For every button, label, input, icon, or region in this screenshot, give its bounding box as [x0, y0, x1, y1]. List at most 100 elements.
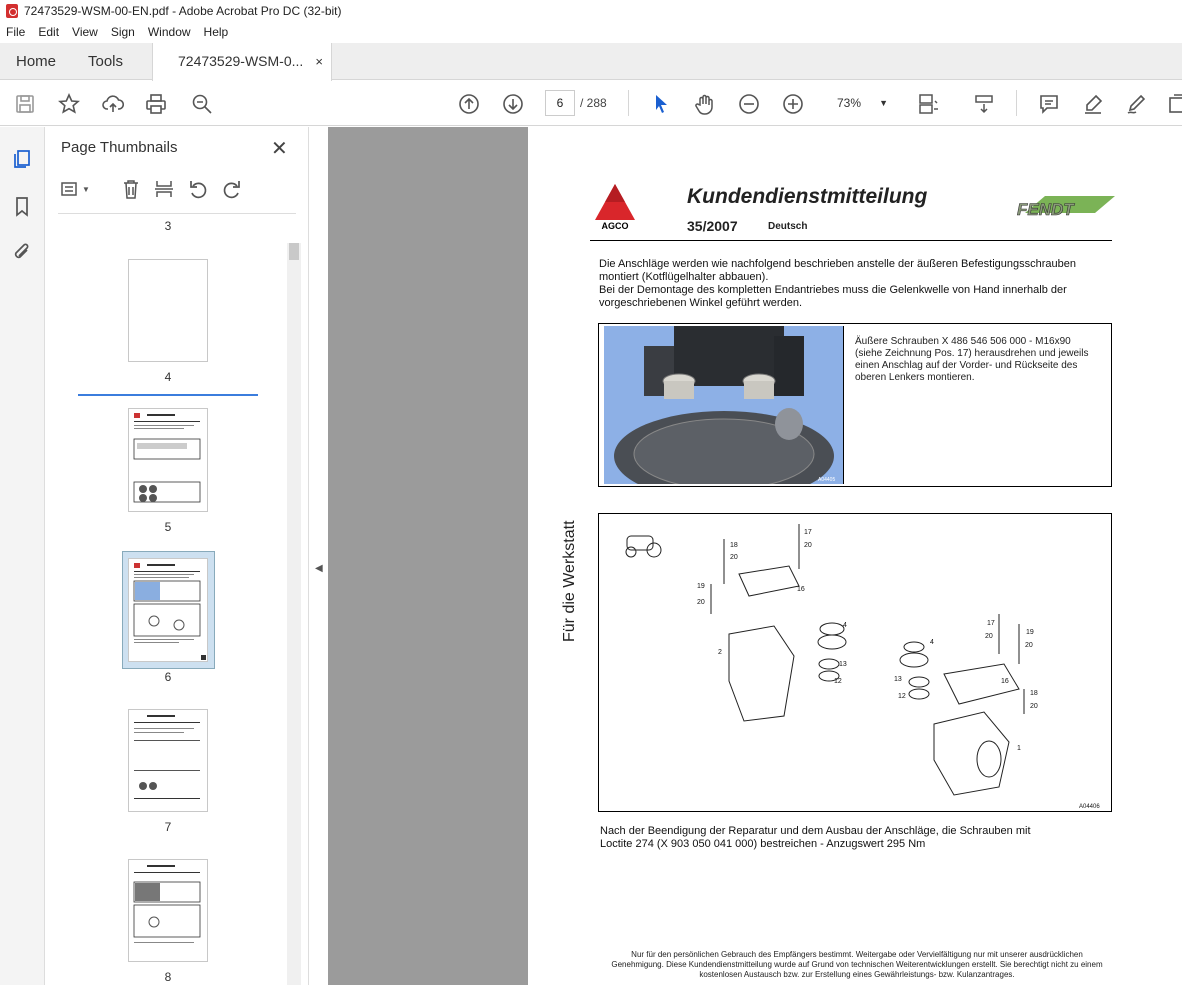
previous-page-icon[interactable] [457, 92, 481, 116]
document-title: Kundendienstmitteilung [687, 185, 928, 208]
highlight-pen-icon[interactable] [1081, 92, 1105, 116]
rotate-right-icon[interactable] [221, 178, 243, 200]
thumbnails-panel: Page Thumbnails ✕ ▼ 3 4 5 6 7 8 [46, 127, 308, 985]
thumbnail-page-7[interactable] [128, 709, 208, 812]
thumbnail-preview [134, 715, 200, 799]
svg-text:20: 20 [985, 633, 993, 640]
box-instruction-text: Äußere Schrauben X 486 546 506 000 - M16… [855, 336, 1105, 384]
star-icon[interactable] [57, 92, 81, 116]
svg-text:4: 4 [930, 639, 934, 646]
svg-text:20: 20 [1025, 642, 1033, 649]
next-page-icon[interactable] [501, 92, 525, 116]
sign-pen-icon[interactable] [1124, 92, 1148, 116]
thumbnail-preview [133, 413, 201, 503]
footnote-line: Genehmigung. Diese Kundendienstmitteilun… [611, 960, 1103, 969]
thumbnail-label: 3 [164, 219, 172, 233]
bookmark-icon[interactable] [11, 195, 33, 217]
closing-text: Nach der Beendigung der Reparatur und de… [600, 825, 1031, 851]
toolbar-divider [628, 90, 629, 116]
attachment-icon[interactable] [11, 241, 33, 263]
extract-page-icon[interactable] [153, 178, 175, 200]
panel-title: Page Thumbnails [61, 139, 178, 156]
intro-line: Die Anschläge werden wie nachfolgend bes… [599, 258, 1076, 270]
thumbnail-page-6[interactable] [128, 558, 208, 662]
page-total: / 288 [580, 96, 607, 110]
panel-splitter[interactable]: ◀ [308, 127, 328, 985]
menu-file[interactable]: File [6, 25, 25, 39]
intro-line: montiert (Kotflügelhalter abbauen). [599, 271, 769, 283]
intro-line: Bei der Demontage des kompletten Endantr… [599, 284, 1067, 296]
fendt-logo: FENDT [1017, 196, 1115, 219]
closing-line: Nach der Beendigung der Reparatur und de… [600, 825, 1031, 837]
tab-tools[interactable]: Tools [88, 43, 123, 80]
footnote: Nur für den persönlichen Gebrauch des Em… [587, 950, 1127, 980]
thumbnail-page-4[interactable] [128, 259, 208, 362]
thumbnail-page-8[interactable] [128, 859, 208, 962]
thumbnail-label: 8 [164, 970, 172, 984]
svg-text:19: 19 [697, 583, 705, 590]
scroll-mode-icon[interactable] [972, 92, 996, 116]
zoom-in-icon[interactable] [781, 92, 805, 116]
more-tools-icon[interactable] [1166, 92, 1182, 116]
menu-edit[interactable]: Edit [38, 25, 59, 39]
menu-view[interactable]: View [72, 25, 98, 39]
comment-icon[interactable] [1037, 92, 1061, 116]
document-number: 35/2007 [687, 218, 738, 234]
svg-text:12: 12 [834, 678, 842, 685]
toolbar: 6 / 288 73% ▼ [0, 81, 1182, 126]
svg-text:FENDT: FENDT [1017, 200, 1075, 219]
upload-cloud-icon[interactable] [101, 92, 125, 116]
print-icon[interactable] [144, 92, 168, 116]
svg-text:17: 17 [987, 620, 995, 627]
thumbnails-scrollbar[interactable]: ▲ [287, 243, 301, 985]
thumbnail-page-5[interactable] [128, 408, 208, 512]
select-cursor-icon[interactable] [649, 92, 673, 116]
zoom-out-icon[interactable] [737, 92, 761, 116]
thumbnail-label: 4 [164, 370, 172, 384]
svg-text:12: 12 [898, 693, 906, 700]
zoom-level-select[interactable]: 73% ▼ [822, 90, 894, 116]
menu-window[interactable]: Window [148, 25, 191, 39]
options-menu-icon[interactable] [60, 178, 82, 200]
title-bar: 72473529-WSM-00-EN.pdf - Adobe Acrobat P… [0, 0, 1182, 22]
svg-text:16: 16 [797, 586, 805, 593]
close-panel-icon[interactable]: ✕ [271, 136, 288, 161]
document-language: Deutsch [768, 221, 808, 232]
collapse-panel-icon[interactable]: ◀ [315, 563, 323, 574]
zoom-search-icon[interactable] [190, 92, 214, 116]
instruction-box: A04405 Äußere Schrauben X 486 546 506 00… [598, 323, 1112, 487]
menu-help[interactable]: Help [204, 25, 229, 39]
insertion-marker [78, 394, 258, 396]
tab-document[interactable]: 72473529-WSM-0... × [152, 43, 332, 81]
scrollbar-thumb[interactable] [289, 243, 299, 260]
box-text-line: (siehe Zeichnung Pos. 17) herausdrehen u… [855, 348, 1089, 359]
svg-text:20: 20 [730, 554, 738, 561]
toolbar-divider [1016, 90, 1017, 116]
document-page: AGCO Kundendienstmitteilung 35/2007 Deut… [529, 127, 1182, 985]
tab-home[interactable]: Home [16, 43, 56, 80]
save-icon[interactable] [13, 92, 37, 116]
side-label: Für die Werkstatt [561, 520, 578, 642]
tab-bar: Home Tools 72473529-WSM-0... × [0, 43, 1182, 81]
panel-divider [58, 213, 296, 214]
close-tab-icon[interactable]: × [315, 43, 323, 80]
acrobat-icon [6, 4, 18, 18]
page-thumbnails-icon[interactable] [11, 148, 33, 170]
menu-sign[interactable]: Sign [111, 25, 135, 39]
technical-drawing-box: 18 20 17 20 19 20 16 4 2 13 12 17 20 19 … [598, 513, 1112, 812]
svg-text:20: 20 [697, 599, 705, 606]
box-text-line: einen Anschlag auf der Vorder- und Rücks… [855, 360, 1078, 371]
svg-text:18: 18 [730, 542, 738, 549]
document-background [328, 127, 528, 985]
chevron-down-icon[interactable]: ▼ [80, 178, 92, 200]
page-number-input[interactable]: 6 [545, 90, 575, 116]
closing-line: Loctite 274 (X 903 050 041 000) bestreic… [600, 838, 926, 850]
svg-text:13: 13 [839, 661, 847, 668]
thumbnail-preview [133, 563, 206, 660]
component-photo: A04405 [604, 326, 844, 484]
hand-tool-icon[interactable] [693, 92, 717, 116]
box-text-line: Äußere Schrauben X 486 546 506 000 - M16… [855, 336, 1071, 347]
delete-page-icon[interactable] [120, 178, 142, 200]
rotate-left-icon[interactable] [187, 178, 209, 200]
fit-page-icon[interactable] [916, 92, 940, 116]
